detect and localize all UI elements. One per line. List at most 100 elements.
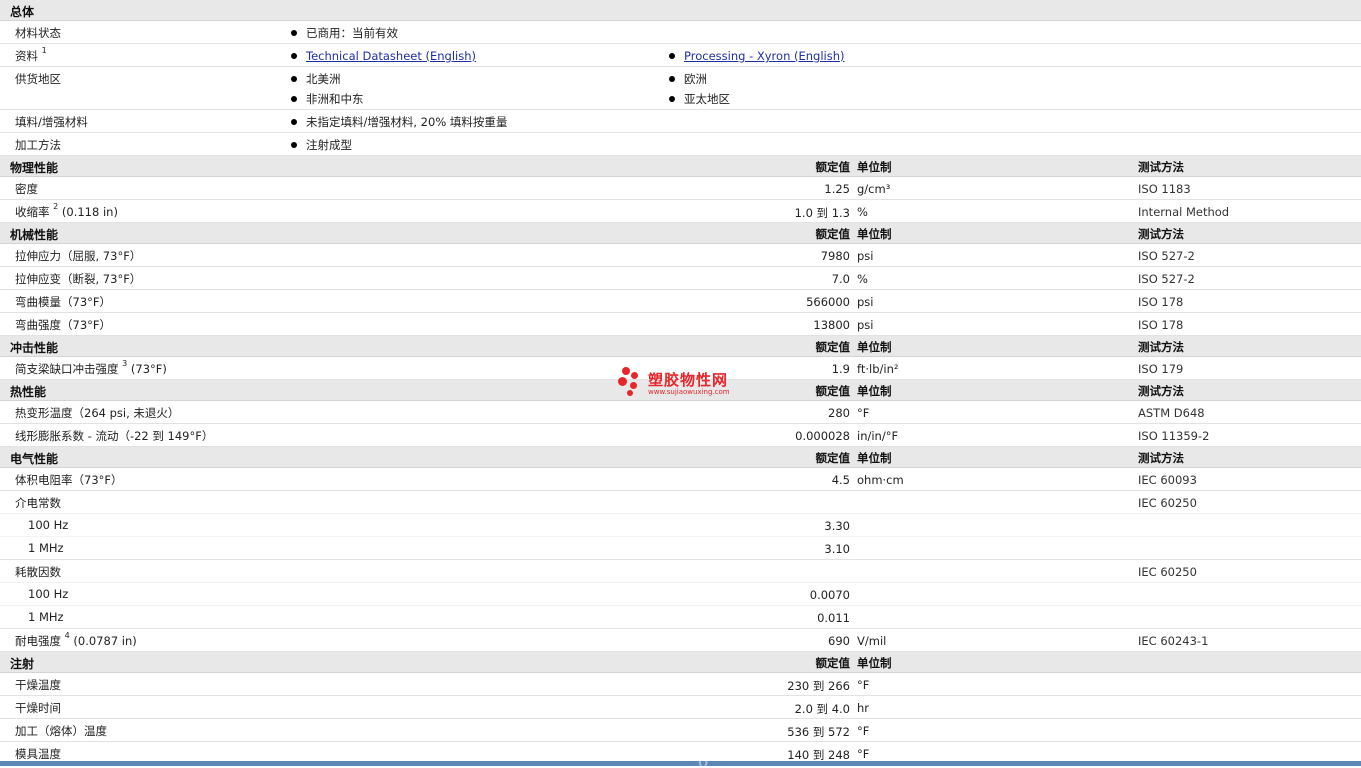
row-method: ISO 527-2 [1138,249,1195,263]
row-label: 加工（熔体）温度 [15,724,107,738]
bullet-icon [669,75,675,82]
watermark-dot [631,372,638,379]
row-region: 供货地区 北美洲 非洲和中东 欧洲 亚太地区 [0,67,1361,110]
row-dielectric-sub: 1 MHz 3.10 [0,537,1361,560]
bullet-icon [291,29,297,36]
header-nominal: 额定值 [815,384,851,398]
row-unit: V/mil [857,634,887,648]
bottom-glyph[interactable]: 《 》 [695,758,711,768]
row-label: 供货地区 [15,72,61,86]
technical-datasheet-link[interactable]: Technical Datasheet (English) [306,49,476,63]
section-title: 总体 [10,5,35,19]
bullet-item: 已商用：当前有效 [291,25,398,41]
row-unit: °F [857,678,870,692]
section-physical: 物理性能 额定值 单位制 测试方法 [0,156,1361,177]
row-method: ASTM D648 [1138,406,1205,420]
row-clte: 线形膨胀系数 - 流动（-22 到 149°F） 0.000028 in/in/… [0,424,1361,447]
row-label: 加工方法 [15,138,61,152]
row-method: IEC 60243-1 [1138,634,1209,648]
row-label: 拉伸应力（屈服, 73°F） [15,249,142,263]
section-title: 冲击性能 [10,341,59,355]
bullet-item: 未指定填料/增强材料, 20% 填料按重量 [291,114,507,130]
header-method: 测试方法 [1138,384,1184,398]
watermark-dot [618,377,627,386]
row-unit: psi [857,318,874,332]
bullet-icon [291,52,297,59]
bullet-icon [291,75,297,82]
header-unit: 单位制 [857,656,892,670]
row-label: 干燥温度 [15,678,61,692]
bullet-item: 注射成型 [291,137,352,153]
header-nominal: 额定值 [815,160,851,174]
row-value: 4.5 [831,473,850,487]
row-label: 收缩率 2 (0.118 in) [15,202,118,219]
watermark-cn: 塑胶物性网 [648,371,729,389]
row-label: 干燥时间 [15,701,61,715]
row-unit: hr [857,701,870,715]
row-label: 弯曲模量（73°F） [15,295,111,309]
section-title: 注射 [10,657,35,671]
row-label: 耗散因数 [15,565,61,579]
header-nominal: 额定值 [815,451,851,465]
header-nominal: 额定值 [815,656,851,670]
watermark-dot [622,367,630,375]
row-unit: ft·lb/in² [857,362,899,376]
region-item: 北美洲 [291,71,341,87]
row-flexural-modulus: 弯曲模量（73°F） 566000 psi ISO 178 [0,290,1361,313]
row-value: 1.25 [824,182,850,196]
bullet-icon [291,141,297,148]
row-label: 耐电强度 4 (0.0787 in) [15,631,137,648]
row-unit: psi [857,295,874,309]
row-shrinkage: 收缩率 2 (0.118 in) 1.0 到 1.3 % Internal Me… [0,200,1361,223]
row-method: ISO 178 [1138,318,1184,332]
header-unit: 单位制 [857,160,892,174]
processing-link[interactable]: Processing - Xyron (English) [684,49,845,63]
row-dissipation-sub: 1 MHz 0.011 [0,606,1361,629]
row-label: 1 MHz [28,610,64,624]
row-flexural-strength: 弯曲强度（73°F） 13800 psi ISO 178 [0,313,1361,336]
section-title: 热性能 [10,385,47,399]
header-nominal: 额定值 [815,340,851,354]
row-volume-resistivity: 体积电阻率（73°F） 4.5 ohm·cm IEC 60093 [0,468,1361,491]
header-method: 测试方法 [1138,160,1184,174]
row-method: IEC 60250 [1138,565,1197,579]
row-method: ISO 178 [1138,295,1184,309]
row-value: 690 [828,634,850,648]
row-dielectric-strength: 耐电强度 4 (0.0787 in) 690 V/mil IEC 60243-1 [0,629,1361,652]
row-value: 3.30 [824,519,850,533]
row-value: 7980 [820,249,850,263]
row-method: IEC 60093 [1138,473,1197,487]
watermark-en: www.sujiaowuxing.com [648,388,730,396]
region-item: 亚太地区 [669,91,730,107]
row-label: 100 Hz [28,587,69,601]
row-value: 536 到 572 [787,725,850,739]
row-value: 1.0 到 1.3 [794,206,850,220]
header-unit: 单位制 [857,227,892,241]
section-electrical: 电气性能 额定值 单位制 测试方法 [0,447,1361,468]
row-documents: 资料 1 Technical Datasheet (English) Proce… [0,44,1361,67]
site-watermark: 塑胶物性网 www.sujiaowuxing.com [618,366,758,400]
row-melt-temp: 加工（熔体）温度 536 到 572 °F [0,719,1361,742]
row-drying-temp: 干燥温度 230 到 266 °F [0,673,1361,696]
row-label: 简支梁缺口冲击强度 3 (73°F) [15,359,167,376]
section-impact: 冲击性能 额定值 单位制 测试方法 [0,336,1361,357]
row-method: ISO 527-2 [1138,272,1195,286]
header-nominal: 额定值 [815,227,851,241]
row-label: 弯曲强度（73°F） [15,318,111,332]
row-unit: °F [857,747,870,761]
row-unit: % [857,205,868,219]
row-label: 线形膨胀系数 - 流动（-22 到 149°F） [15,429,214,443]
row-label: 1 MHz [28,541,64,555]
section-mechanical: 机械性能 额定值 单位制 测试方法 [0,223,1361,244]
row-process: 加工方法 注射成型 [0,133,1361,156]
row-method: Internal Method [1138,205,1230,219]
row-value: 0.0070 [809,588,850,602]
row-tensile-stress: 拉伸应力（屈服, 73°F） 7980 psi ISO 527-2 [0,244,1361,267]
row-label: 材料状态 [15,26,61,40]
bullet-icon [669,95,675,102]
row-value: 3.10 [824,542,850,556]
doc-link-item: Processing - Xyron (English) [669,49,845,63]
row-unit: °F [857,724,870,738]
row-method: ISO 1183 [1138,182,1191,196]
row-unit: psi [857,249,874,263]
